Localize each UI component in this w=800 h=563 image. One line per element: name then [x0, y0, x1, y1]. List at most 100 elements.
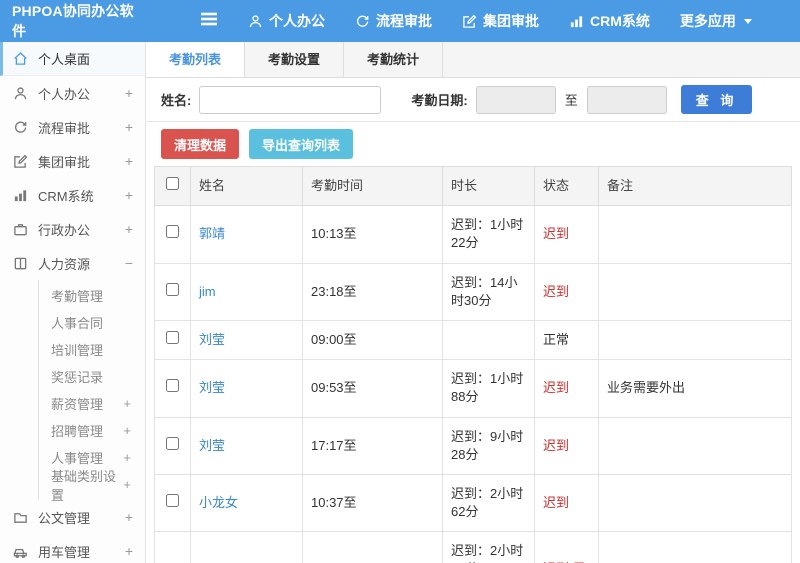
name-label: 姓名: — [161, 93, 192, 108]
sidebar-item-label: 个人办公 — [38, 86, 91, 102]
employee-name-link[interactable]: 郭靖 — [199, 226, 225, 241]
expand-indicator: + — [124, 187, 133, 203]
person-icon — [248, 14, 263, 29]
sidebar-subitem-attendance-management[interactable]: 考勤管理 — [39, 282, 145, 309]
sidebar-subitem-label: 招聘管理 — [51, 424, 104, 439]
row-checkbox[interactable] — [166, 379, 179, 393]
attendance-time: 23:18至 — [302, 262, 443, 321]
sidebar-subitem-personnel-contract[interactable]: 人事合同 — [39, 309, 145, 336]
name-input[interactable] — [199, 85, 382, 114]
employee-name-link[interactable]: 小龙女 — [199, 495, 238, 510]
hamburger-icon — [200, 12, 218, 31]
attendance-time: 10:37至 — [302, 473, 443, 533]
table-row: 小龙女 10:37至 迟到：2小时62分 迟到 — [154, 473, 792, 533]
duration-text: 迟到：9小时28分 — [442, 416, 535, 475]
col-header-duration: 时长 — [442, 165, 535, 207]
menu-toggle-button[interactable] — [200, 12, 218, 31]
note-text — [598, 319, 792, 361]
tab-attendance-list[interactable]: 考勤列表 — [146, 42, 246, 77]
top-bar: PHPOA协同办公软件 个人办公 流程审批 集团审批 CRM系统 更多应用 — [0, 0, 800, 42]
attendance-time: 09:00至 — [302, 319, 443, 361]
sidebar-item-vehicle-management[interactable]: 用车管理 + — [0, 534, 145, 563]
sidebar-item-label: 个人桌面 — [38, 52, 91, 67]
expand-indicator: + — [123, 477, 131, 492]
document-icon — [13, 510, 29, 525]
row-checkbox[interactable] — [166, 493, 179, 507]
employee-name-link[interactable]: 刘莹 — [199, 438, 225, 453]
topnav-group-approval[interactable]: 集团审批 — [462, 11, 539, 31]
topnav-label: 集团审批 — [483, 13, 539, 29]
clean-data-button[interactable]: 清理数据 — [161, 129, 240, 159]
row-checkbox[interactable] — [166, 436, 179, 450]
expand-indicator: + — [123, 423, 131, 438]
sidebar-item-workflow-approval[interactable]: 流程审批 + — [0, 110, 145, 144]
app-title: PHPOA协同办公软件 — [12, 3, 134, 39]
sidebar-subitem-label: 基础类别设置 — [51, 468, 117, 503]
sidebar-subitem-basic-category-settings[interactable]: 基础类别设置 + — [39, 469, 145, 503]
edit-icon — [13, 154, 29, 169]
sidebar-subitem-label: 考勤管理 — [51, 289, 104, 304]
sidebar-item-human-resources[interactable]: 人力资源 − — [0, 246, 145, 280]
tab-attendance-statistics[interactable]: 考勤统计 — [344, 42, 444, 77]
sidebar-subitem-salary-management[interactable]: 薪资管理 + — [39, 390, 145, 417]
topnav-personal-office[interactable]: 个人办公 — [248, 11, 325, 31]
expand-indicator: + — [124, 119, 133, 135]
topnav-crm-system[interactable]: CRM系统 — [569, 11, 650, 31]
sidebar-item-label: 行政办公 — [38, 222, 91, 238]
duration-text: 迟到：2小时62分 — [442, 473, 535, 533]
note-text — [598, 205, 792, 264]
book-icon — [13, 256, 29, 271]
date-to-input[interactable] — [586, 85, 667, 114]
status-badge: 迟到 — [534, 262, 599, 321]
topnav-label: 流程审批 — [376, 13, 432, 29]
sidebar-subitem-recruitment-management[interactable]: 招聘管理 + — [39, 417, 145, 444]
status-badge: 正常 — [534, 319, 599, 361]
sidebar-item-crm-system[interactable]: CRM系统 + — [0, 178, 145, 212]
duration-text: 迟到：2小时90分 早退：7小时10分 — [442, 531, 535, 563]
caret-down-icon — [743, 18, 752, 24]
action-button-bar: 清理数据 导出查询列表 — [146, 122, 800, 166]
row-checkbox[interactable] — [166, 225, 179, 239]
attendance-time: 17:17至 — [302, 416, 443, 475]
employee-name-link[interactable]: 刘莹 — [199, 332, 225, 347]
sidebar-subitem-training-management[interactable]: 培训管理 — [39, 336, 145, 363]
edit-icon — [462, 14, 477, 29]
sidebar-item-personal-office[interactable]: 个人办公 + — [0, 76, 145, 110]
table-row: 刘莹 09:53至 迟到：1小时88分 迟到 业务需要外出 — [154, 359, 792, 418]
row-checkbox[interactable] — [166, 282, 179, 296]
sidebar-subitem-reward-punishment-records[interactable]: 奖惩记录 — [39, 363, 145, 390]
search-filter-bar: 姓名: 考勤日期: 至 查 询 — [146, 78, 800, 122]
expand-indicator: + — [124, 85, 133, 101]
to-label: 至 — [564, 93, 578, 108]
topnav-label: 更多应用 — [679, 13, 736, 29]
sidebar-item-group-approval[interactable]: 集团审批 + — [0, 144, 145, 178]
employee-name-link[interactable]: jim — [199, 284, 216, 299]
col-header-name: 姓名 — [190, 165, 303, 207]
collapse-indicator: − — [124, 255, 133, 271]
tab-bar: 考勤列表 考勤设置 考勤统计 — [146, 42, 800, 78]
sidebar-item-label: 人力资源 — [38, 256, 91, 272]
row-checkbox[interactable] — [166, 330, 179, 344]
flow-icon — [355, 14, 370, 29]
car-icon — [13, 544, 29, 559]
sidebar-item-document-management[interactable]: 公文管理 + — [0, 500, 145, 534]
duration-text: 迟到：1小时22分 — [442, 205, 535, 264]
chart-icon — [569, 14, 584, 29]
sidebar: 个人桌面 个人办公 + 流程审批 + 集团审批 + CRM系统 + 行政办公 +… — [0, 42, 146, 563]
date-from-input[interactable] — [475, 85, 556, 114]
duration-text: 迟到：14小时30分 — [442, 262, 535, 321]
topnav-more-apps[interactable]: 更多应用 — [680, 11, 752, 31]
topnav-workflow-approval[interactable]: 流程审批 — [355, 11, 432, 31]
sidebar-item-label: 用车管理 — [38, 544, 91, 560]
sidebar-subitem-label: 薪资管理 — [51, 397, 104, 412]
tab-attendance-settings[interactable]: 考勤设置 — [245, 42, 345, 77]
select-all-checkbox[interactable] — [166, 177, 179, 190]
sidebar-item-personal-desktop[interactable]: 个人桌面 — [0, 42, 145, 76]
search-button[interactable]: 查 询 — [680, 85, 753, 114]
expand-indicator: + — [124, 543, 133, 559]
sidebar-item-label: 集团审批 — [38, 154, 91, 170]
employee-name-link[interactable]: 刘莹 — [199, 380, 225, 395]
attendance-table-container: 姓名 考勤时间 时长 状态 备注 郭靖 10:13至 迟到：1小时22分 迟到 — [146, 165, 800, 563]
sidebar-item-administrative-office[interactable]: 行政办公 + — [0, 212, 145, 246]
export-list-button[interactable]: 导出查询列表 — [249, 129, 354, 159]
